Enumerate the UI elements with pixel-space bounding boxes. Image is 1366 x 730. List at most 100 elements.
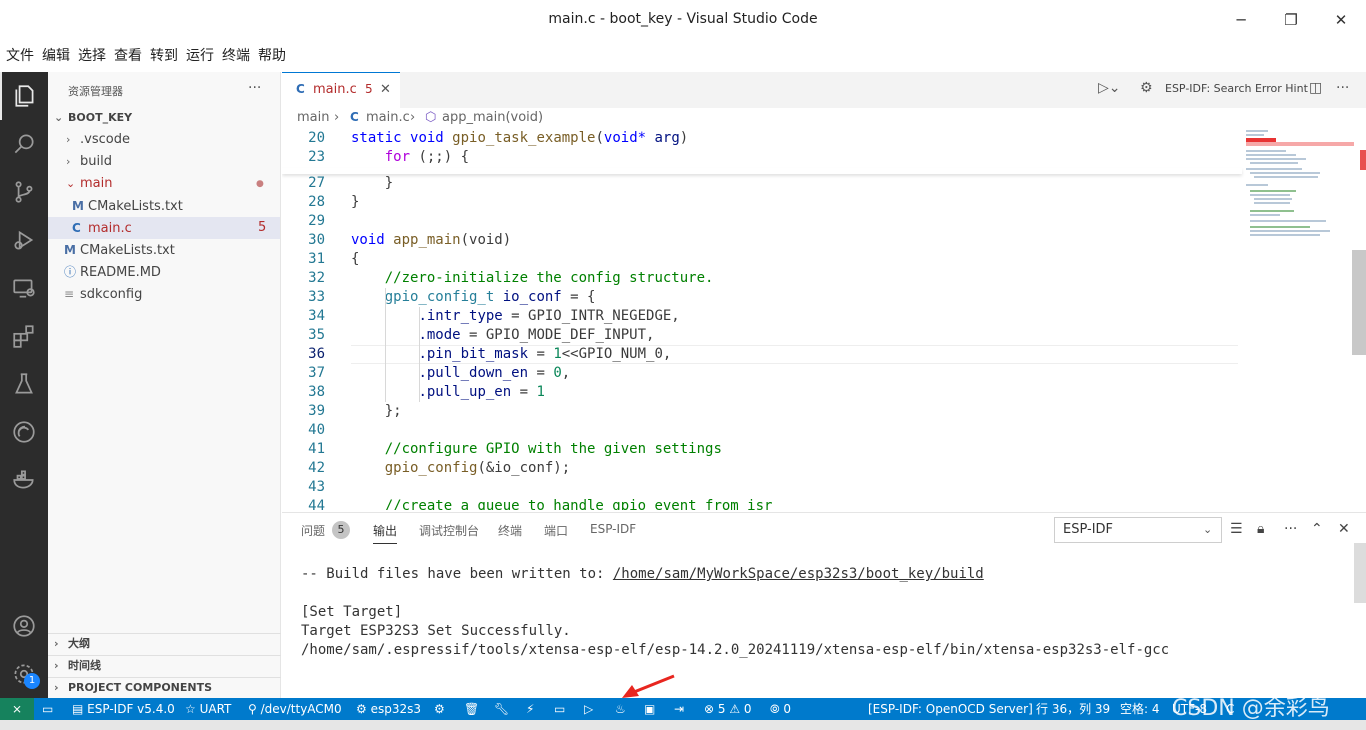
full-clean-trash-icon[interactable]: 🗑︎ <box>464 698 479 720</box>
close-panel-icon[interactable]: ✕ <box>1338 521 1350 537</box>
debug-icon[interactable]: ▷ <box>584 698 593 720</box>
menu-view[interactable]: 查看 <box>114 42 142 70</box>
tree-item-readme[interactable]: ⓘ README.MD <box>64 261 161 283</box>
remote-explorer-icon[interactable] <box>0 264 48 312</box>
line-number: 29 <box>308 213 325 229</box>
maximize-button[interactable]: ❐ <box>1268 6 1314 34</box>
c-file-icon: C <box>350 110 359 124</box>
breadcrumb-separator: › <box>334 110 340 125</box>
menu-go[interactable]: 转到 <box>150 42 178 70</box>
chevron-right-icon: › <box>54 681 59 694</box>
tab-close-icon[interactable]: ✕ <box>380 82 391 97</box>
manage-gear-icon[interactable] <box>0 650 48 698</box>
lock-icon[interactable]: 🔒︎ <box>1257 521 1264 537</box>
panel-scrollbar[interactable] <box>1354 543 1366 603</box>
docker-icon[interactable] <box>0 456 48 504</box>
panel-tab-ports[interactable]: 端口 <box>544 522 568 539</box>
title-bar: main.c - boot_key - Visual Studio Code ─… <box>0 0 1366 40</box>
more-actions-icon[interactable]: ··· <box>1284 521 1297 537</box>
section-project-components-label: PROJECT COMPONENTS <box>68 681 213 694</box>
editor-scrollbar[interactable] <box>1352 250 1366 355</box>
indentation-setting[interactable]: 空格: 4 <box>1120 698 1160 720</box>
source-control-icon[interactable] <box>0 168 48 216</box>
cursor-position[interactable]: 行 36，列 39 <box>1036 698 1110 720</box>
section-project-components[interactable]: › PROJECT COMPONENTS <box>54 677 212 699</box>
code-line: 32 //zero-initialize the config structur… <box>282 269 1242 288</box>
chevron-right-icon: › <box>54 659 59 672</box>
explorer-icon[interactable] <box>0 72 48 120</box>
monitor-icon[interactable]: ▭ <box>554 698 565 720</box>
chip-icon: ▤ <box>72 702 88 716</box>
code-line: 37 .pull_down_en = 0, <box>282 364 1242 383</box>
build-wrench-icon[interactable]: 🔧︎ <box>494 698 509 720</box>
c-file-icon: C <box>296 82 305 96</box>
output-path-link[interactable]: /home/sam/MyWorkSpace/esp32s3/boot_key/b… <box>613 566 984 582</box>
explorer-more-button[interactable]: ··· <box>248 80 261 96</box>
tree-item-main-cmakelists[interactable]: M CMakeLists.txt <box>72 195 183 217</box>
flash-method-button[interactable]: ☆ UART <box>185 698 231 720</box>
panel-tab-debug-console[interactable]: 调试控制台 <box>419 522 479 539</box>
sdk-config-gear-icon[interactable]: ⚙ <box>434 698 445 720</box>
problems-indicator[interactable]: ⊗ 5 ⚠ 0 <box>704 698 752 720</box>
filter-list-icon[interactable]: ☰ <box>1230 521 1243 537</box>
breadcrumb-folder[interactable]: main <box>297 110 329 125</box>
tree-item-main[interactable]: ⌄ main ● <box>66 173 276 195</box>
panel-tab-problems[interactable]: 问题 <box>301 522 325 539</box>
line-number: 39 <box>308 403 325 419</box>
panel-tab-terminal[interactable]: 终端 <box>498 522 522 539</box>
menu-run[interactable]: 运行 <box>186 42 214 70</box>
line-number: 31 <box>308 251 325 267</box>
minimize-button[interactable]: ─ <box>1218 6 1264 34</box>
code-line: 33 gpio_config_t io_conf = { <box>282 288 1242 307</box>
menu-selection[interactable]: 选择 <box>78 42 106 70</box>
tab-problem-badge: 5 <box>365 82 373 96</box>
folder-root[interactable]: ⌄ BOOT_KEY <box>54 107 132 129</box>
run-debug-dropdown-icon[interactable]: ▷⌄ <box>1098 80 1121 96</box>
broadcast-indicator[interactable]: ⦾ 0 <box>770 698 791 720</box>
tree-item-vscode[interactable]: › .vscode <box>66 129 130 151</box>
panel-tab-output[interactable]: 输出 <box>373 522 398 544</box>
menu-edit[interactable]: 编辑 <box>42 42 70 70</box>
breadcrumb-symbol[interactable]: app_main(void) <box>442 110 543 125</box>
tree-item-build[interactable]: › build <box>66 151 112 173</box>
folder-icon[interactable]: ▭ <box>42 698 53 720</box>
split-editor-icon[interactable]: ◫ <box>1309 80 1322 96</box>
gear-icon[interactable]: ⚙ <box>1140 80 1153 96</box>
code-line: 29 <box>282 212 1242 231</box>
section-timeline[interactable]: › 时间线 <box>54 655 101 677</box>
menu-terminal[interactable]: 终端 <box>222 42 250 70</box>
menu-help[interactable]: 帮助 <box>258 42 286 70</box>
more-actions-icon[interactable]: ··· <box>1336 80 1349 96</box>
output-channel-select[interactable]: ESP-IDF ⌄ <box>1054 517 1222 543</box>
close-window-button[interactable]: ✕ <box>1318 6 1364 34</box>
extensions-icon[interactable] <box>0 312 48 360</box>
line-number: 41 <box>308 441 325 457</box>
minimap[interactable] <box>1244 128 1354 248</box>
esp-idf-search-error-hint-button[interactable]: ESP-IDF: Search Error Hint <box>1165 82 1308 95</box>
flash-lightning-icon[interactable]: ⚡︎ <box>526 698 534 720</box>
target-device-button[interactable]: ⚙ esp32s3 <box>356 698 421 720</box>
testing-icon[interactable] <box>0 360 48 408</box>
search-icon[interactable] <box>0 120 48 168</box>
breadcrumb-file[interactable]: main.c <box>366 110 410 125</box>
openocd-server-button[interactable]: [ESP-IDF: OpenOCD Server] <box>868 698 1033 720</box>
modified-dot-icon: ● <box>256 179 264 189</box>
broadcast-icon: ⦾ <box>770 702 784 716</box>
tab-main-c[interactable]: C main.c 5 ✕ <box>282 72 400 108</box>
tree-item-label: .vscode <box>80 132 130 147</box>
panel-tab-esp-idf[interactable]: ESP-IDF <box>590 522 636 536</box>
bottom-panel: 问题 5 输出 调试控制台 终端 端口 ESP-IDF ESP-IDF ⌄ ☰ … <box>282 512 1366 698</box>
tree-item-sdkconfig[interactable]: ≡ sdkconfig <box>64 283 142 305</box>
menu-file[interactable]: 文件 <box>6 42 34 70</box>
tree-item-root-cmakelists[interactable]: M CMakeLists.txt <box>64 239 175 261</box>
maximize-panel-icon[interactable]: ⌃ <box>1311 521 1323 537</box>
esp-idf-version-button[interactable]: ▤ ESP-IDF v5.4.0 <box>72 698 175 720</box>
remote-indicator-button[interactable]: ⨯ <box>0 698 34 720</box>
section-outline[interactable]: › 大纲 <box>54 633 90 655</box>
serial-port-button[interactable]: ⚲ /dev/ttyACM0 <box>248 698 342 720</box>
esp-idf-icon[interactable] <box>0 408 48 456</box>
accounts-icon[interactable] <box>0 602 48 650</box>
code-editor[interactable]: 20 static void gpio_task_example(void* ar… <box>282 128 1366 510</box>
run-debug-icon[interactable] <box>0 216 48 264</box>
tree-item-main-c[interactable]: Cmain.c 5 <box>48 217 280 239</box>
